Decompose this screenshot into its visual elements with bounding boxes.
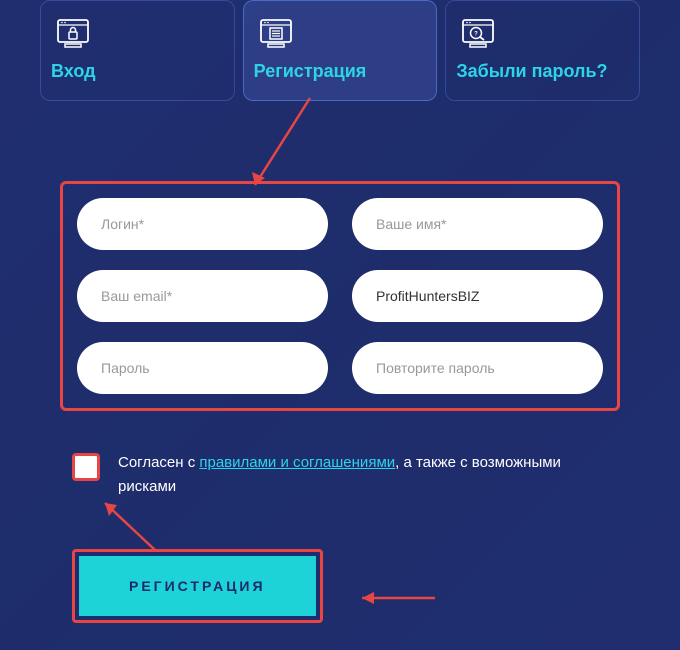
registration-form [77,198,603,394]
submit-highlight: РЕГИСТРАЦИЯ [72,549,323,623]
consent-row: Согласен с правилами и соглашениями, а т… [72,451,620,499]
tab-login[interactable]: Вход [40,0,235,101]
auth-tabs: Вход Регистрация [0,0,680,101]
login-input[interactable] [77,198,328,250]
consent-text: Согласен с правилами и соглашениями, а т… [118,451,620,499]
question-search-icon: ? [460,19,496,49]
password-repeat-input[interactable] [352,342,603,394]
svg-text:?: ? [475,32,479,38]
password-input[interactable] [77,342,328,394]
email-input[interactable] [77,270,328,322]
lock-icon [55,19,91,49]
tab-register-label: Регистрация [254,61,367,82]
registration-form-highlight [60,181,620,411]
tab-forgot-password[interactable]: ? Забыли пароль? [445,0,640,101]
tab-register[interactable]: Регистрация [243,0,438,101]
form-icon [258,19,294,49]
consent-prefix: Согласен с [118,454,199,471]
consent-checkbox[interactable] [72,453,100,481]
name-input[interactable] [352,198,603,250]
tab-forgot-label: Забыли пароль? [456,61,607,82]
tab-login-label: Вход [51,61,96,82]
terms-link[interactable]: правилами и соглашениями [199,454,395,471]
register-submit-button[interactable]: РЕГИСТРАЦИЯ [79,556,316,616]
referrer-input[interactable] [352,270,603,322]
